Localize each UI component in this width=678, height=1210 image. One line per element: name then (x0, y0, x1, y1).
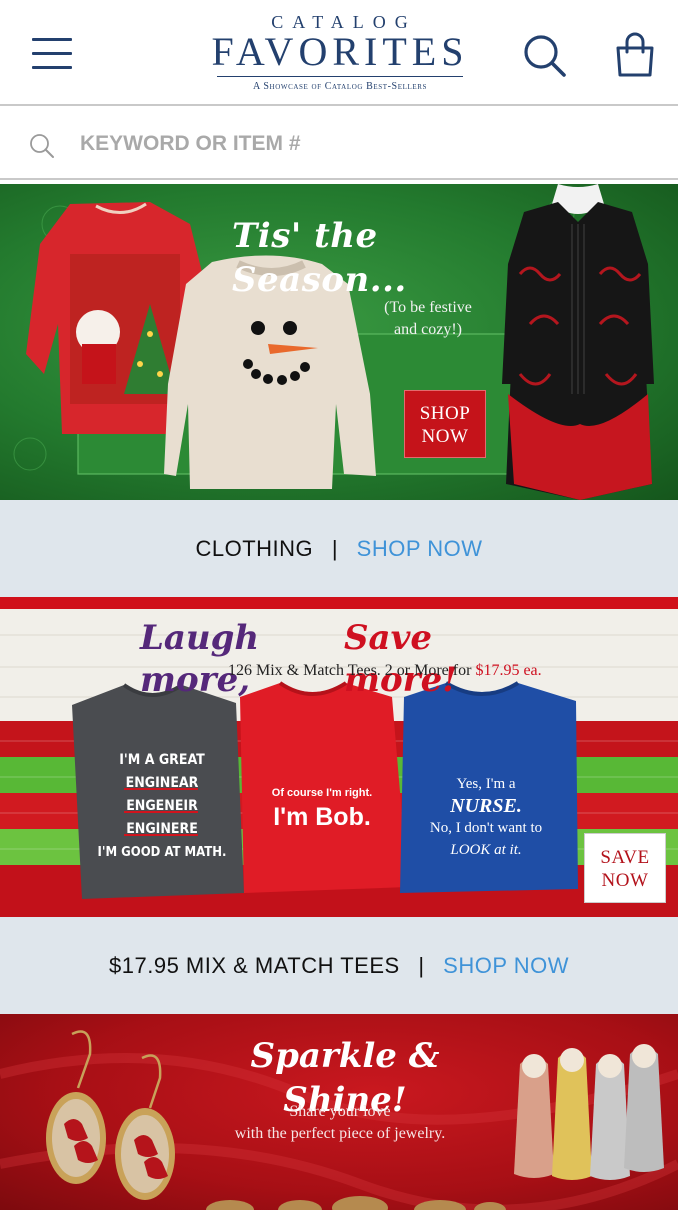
tee3-line4: LOOK at it. (450, 842, 522, 858)
clothing-shop-now-link[interactable]: SHOP NOW (357, 536, 483, 561)
tee-nurse-text: Yes, I'm a NURSE. No, I don't want to LO… (412, 773, 560, 861)
strip-separator: | (331, 536, 339, 561)
shop-now-button[interactable]: SHOP NOW (404, 390, 486, 458)
strip-label-clothing: CLOTHING (195, 536, 314, 561)
save-now-line2: NOW (601, 870, 649, 891)
banner-headline-laugh: Laugh more, (140, 618, 260, 700)
save-now-button[interactable]: SAVE NOW (584, 833, 666, 903)
logo-divider (217, 76, 463, 77)
tee1-bob-caption: Of course I'm right. (271, 787, 373, 799)
banner-headline-save: Save more! (344, 618, 458, 700)
tee1-line3: ENGENEIR (126, 798, 198, 814)
tees-offer-text: 126 Mix & Match Tees. 2 or More for (228, 662, 472, 679)
jewelry-subtext-line1: Share your love (289, 1103, 391, 1120)
site-header: Catalog FAVORITES A Showcase of Catalog … (0, 0, 678, 106)
banner-mix-match-tees[interactable]: Laugh more, Save more! 126 Mix & Match T… (0, 597, 678, 917)
tee3-line1: Yes, I'm a (456, 776, 516, 792)
search-bar (0, 108, 678, 180)
save-now-line1: SAVE (600, 847, 650, 868)
banner-subtext-line2: and cozy!) (394, 321, 462, 338)
tees-price: $17.95 ea. (475, 662, 542, 679)
search-input[interactable] (80, 124, 640, 164)
tee-bob-headline: I'm Bob. (273, 803, 371, 831)
strip-label-tees: $17.95 MIX & MATCH TEES (109, 953, 400, 978)
clothing-strip: CLOTHING | SHOP NOW (0, 500, 678, 597)
tee1-line4: ENGINERE (126, 821, 198, 837)
site-logo[interactable]: Catalog FAVORITES A Showcase of Catalog … (200, 12, 480, 96)
banner-headline: Tis' the Season... (232, 216, 407, 300)
banner-jewelry[interactable]: Sparkle & Shine! Share your love with th… (0, 1014, 678, 1210)
tee3-line3: No, I don't want to (429, 820, 543, 836)
banner-subtext-line1: (To be festive (384, 299, 472, 316)
strip-separator: | (418, 953, 425, 978)
shop-now-line1: SHOP (419, 403, 471, 424)
search-icon[interactable] (522, 33, 568, 79)
hamburger-menu-icon[interactable] (32, 38, 72, 72)
logo-tagline: A Showcase of Catalog Best-Sellers (253, 81, 427, 92)
tee1-line2: ENGINEAR (125, 775, 199, 791)
jewelry-subtext-line2: with the perfect piece of jewelry. (234, 1125, 446, 1142)
shop-now-line2: NOW (421, 426, 469, 447)
shopping-bag-icon[interactable] (612, 30, 658, 78)
banner-subtext: 126 Mix & Match Tees. 2 or More for $17.… (228, 661, 608, 681)
tee1-line5: I'M GOOD AT MATH. (97, 845, 227, 860)
tee-engineer-text: I'M A GREAT ENGINEAR ENGENEIR ENGINERE I… (94, 749, 230, 864)
banner-holiday-clothing[interactable]: Tis' the Season... (To be festive and co… (0, 184, 678, 500)
tees-strip: $17.95 MIX & MATCH TEES | SHOP NOW (0, 917, 678, 1014)
tees-shop-now-link[interactable]: SHOP NOW (443, 953, 569, 978)
tee1-line1: I'M A GREAT (119, 752, 205, 768)
search-field-icon (30, 134, 54, 158)
logo-favorites-text: FAVORITES (211, 29, 469, 74)
tee3-line2: NURSE. (450, 795, 522, 817)
